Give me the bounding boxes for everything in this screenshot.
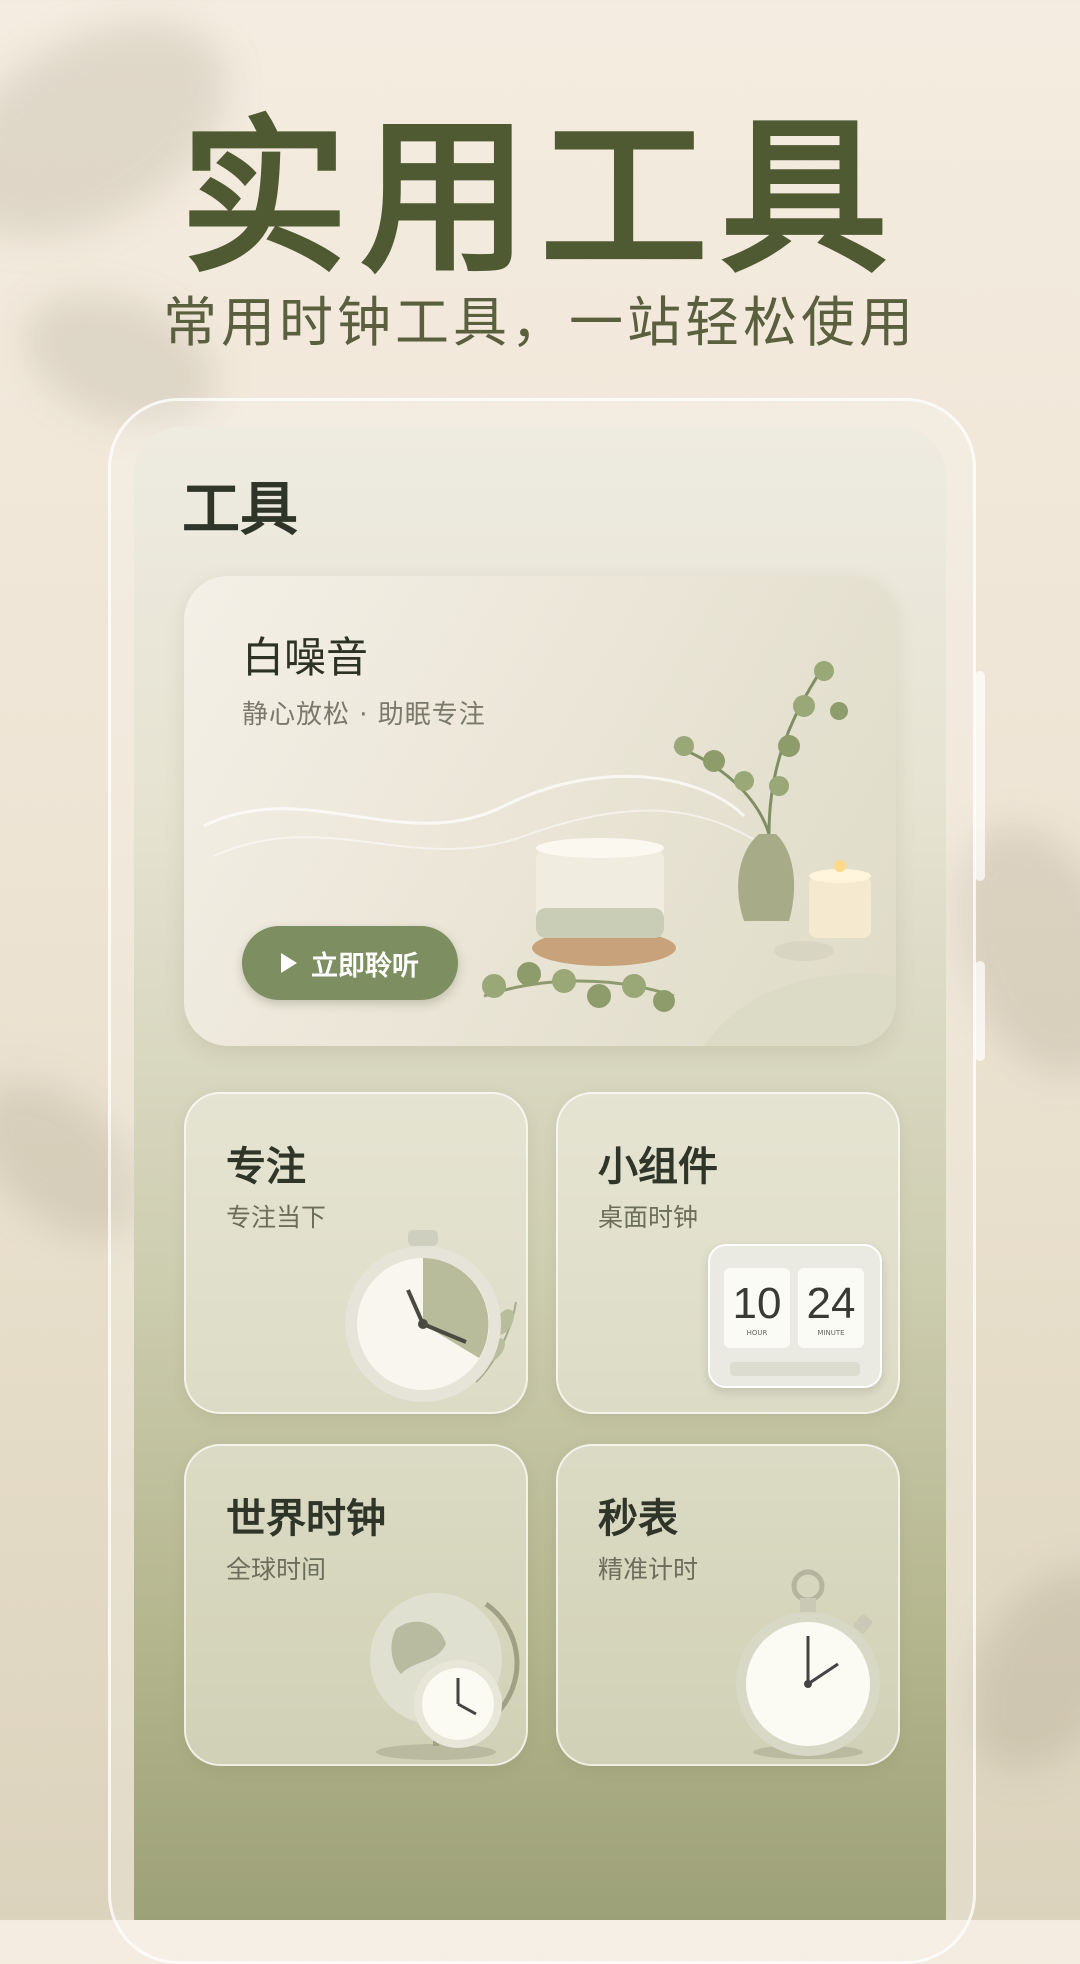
stopwatch-subtitle: 精准计时 — [598, 1555, 699, 1584]
widget-subtitle: 桌面时钟 — [598, 1203, 699, 1232]
widget-title: 小组件 — [598, 1144, 718, 1190]
hero-subtitle: 常用时钟工具，一站轻松使用 — [163, 291, 917, 354]
white-noise-card[interactable]: 白噪音 静心放松 · 助眠专注 立即聆听 — [184, 576, 896, 1046]
play-icon — [281, 953, 297, 973]
listen-now-button[interactable]: 立即聆听 — [242, 926, 458, 1000]
flip-hour-caption: HOUR — [746, 1329, 768, 1337]
world-clock-tile[interactable]: 世界时钟 全球时间 — [184, 1444, 528, 1766]
stopwatch-icon — [736, 1569, 880, 1759]
globe-clock-icon — [370, 1593, 520, 1760]
focus-tile[interactable]: 专注 专注当下 — [184, 1092, 528, 1414]
phone-side-button — [975, 671, 985, 881]
hero-title: 实用工具 — [180, 100, 900, 296]
phone-side-button — [975, 961, 985, 1061]
listen-now-label: 立即聆听 — [311, 950, 419, 982]
flip-minute: 24 — [806, 1279, 856, 1328]
focus-subtitle: 专注当下 — [226, 1203, 327, 1232]
widget-tile[interactable]: 小组件 桌面时钟 10 HOUR 24 MINUTE — [556, 1092, 900, 1414]
world-clock-subtitle: 全球时间 — [226, 1555, 327, 1584]
page-title: 工具 — [182, 475, 299, 543]
stopwatch-tile[interactable]: 秒表 精准计时 — [556, 1444, 900, 1766]
world-clock-title: 世界时钟 — [226, 1496, 386, 1542]
app-screen: 工具 白噪音 静心放松 · 助眠专注 立即聆听 专注 专注当下 小组件 桌面时钟… — [134, 426, 946, 1920]
stopwatch-title: 秒表 — [598, 1496, 678, 1542]
flip-minute-caption: MINUTE — [817, 1329, 845, 1337]
flip-hour: 10 — [732, 1279, 782, 1328]
focus-title: 专注 — [226, 1144, 306, 1190]
alarm-clock-icon — [345, 1230, 517, 1402]
flip-clock-icon: 10 HOUR 24 MINUTE — [708, 1244, 882, 1388]
